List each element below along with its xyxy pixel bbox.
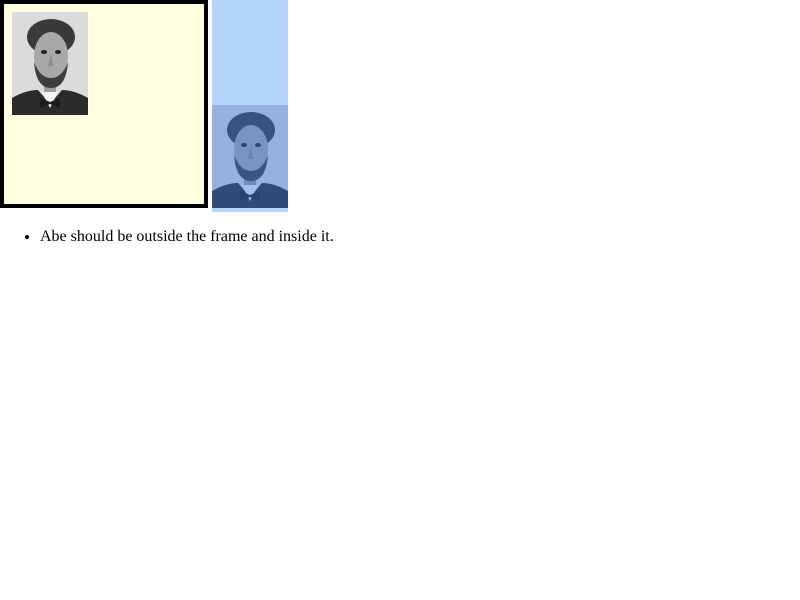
notes-list: Abe should be outside the frame and insi… xyxy=(0,225,334,249)
list-item: Abe should be outside the frame and insi… xyxy=(40,225,334,249)
selection-highlight xyxy=(212,0,288,212)
lincoln-portrait-icon xyxy=(212,105,288,208)
selection-tint xyxy=(212,105,288,208)
frame xyxy=(0,0,208,208)
lincoln-portrait-icon xyxy=(12,12,88,115)
